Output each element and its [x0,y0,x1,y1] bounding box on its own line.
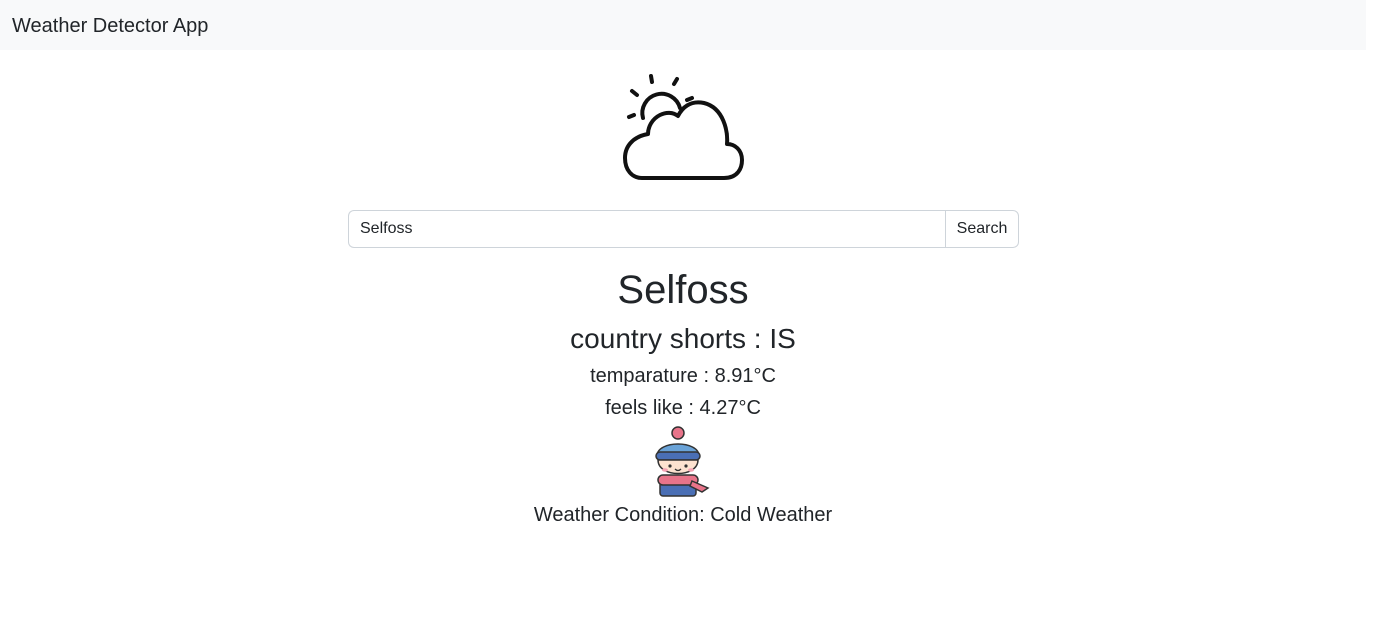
cold-child-icon [652,426,712,498]
partly-cloudy-icon [620,72,746,184]
search-input[interactable] [348,210,945,248]
city-name: Selfoss [617,268,749,312]
search-bar: Search [348,210,1019,248]
temperature: temparature : 8.91°C [590,365,776,387]
country-code: country shorts : IS [570,323,796,354]
feels-like: feels like : 4.27°C [605,397,761,419]
search-button[interactable]: Search [945,210,1019,248]
navbar: Weather Detector App [0,0,1366,50]
navbar-brand[interactable]: Weather Detector App [12,13,208,39]
weather-condition: Weather Condition: Cold Weather [533,504,833,526]
